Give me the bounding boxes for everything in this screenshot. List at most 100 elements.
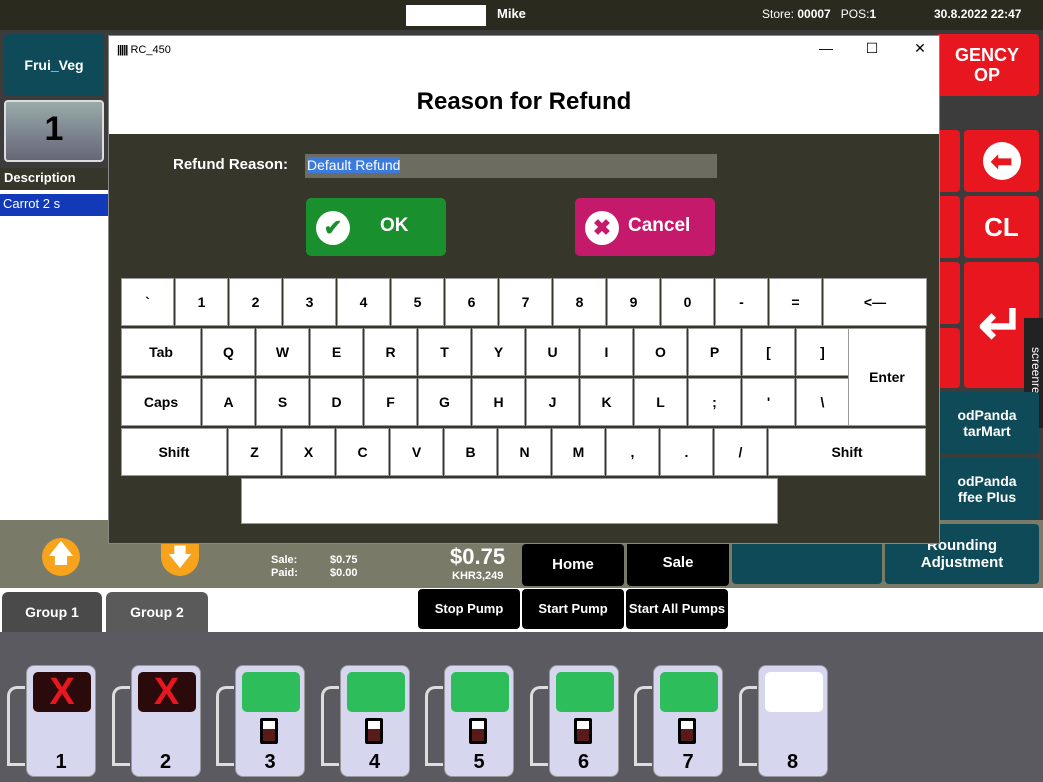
key-row3-12[interactable]: \	[796, 378, 849, 426]
key-row3-9[interactable]: L	[634, 378, 687, 426]
tab-group-1[interactable]: Group 1	[2, 592, 102, 632]
pump-number: 3	[264, 751, 276, 773]
emergency-stop-button[interactable]: GENCY OP	[935, 34, 1039, 96]
key-row4-5[interactable]: B	[444, 428, 497, 476]
key-row2-0[interactable]: Tab	[121, 328, 201, 376]
key-row4-2[interactable]: X	[282, 428, 335, 476]
stop-pump-button[interactable]: Stop Pump	[418, 589, 520, 629]
key-row2-11[interactable]: [	[742, 328, 795, 376]
store-value: 00007	[797, 7, 831, 21]
totals-values: $0.75 $0.00	[330, 554, 358, 580]
pump-4[interactable]: 4	[320, 665, 410, 777]
key-row4-10[interactable]: /	[714, 428, 767, 476]
pump-8[interactable]: 8	[738, 665, 828, 777]
pump-number: 5	[473, 751, 485, 773]
foodpanda-label-1: odPanda	[957, 407, 1017, 423]
enter-arrow-icon: ↵	[978, 293, 1025, 356]
key-row1-6[interactable]: 6	[445, 278, 498, 326]
key-row1-11[interactable]: -	[715, 278, 768, 326]
pump-number: 8	[786, 751, 799, 773]
key-row2-4[interactable]: R	[364, 328, 417, 376]
key-space[interactable]	[241, 478, 778, 524]
key-row4-0[interactable]: Shift	[121, 428, 227, 476]
store-label: Store:	[762, 7, 795, 21]
key-row4-1[interactable]: Z	[228, 428, 281, 476]
key-row4-6[interactable]: N	[498, 428, 551, 476]
key-row3-5[interactable]: G	[418, 378, 471, 426]
key-row2-5[interactable]: T	[418, 328, 471, 376]
scroll-up-button[interactable]: 🡅	[42, 538, 80, 576]
key-row4-7[interactable]: M	[552, 428, 605, 476]
cancel-sale-button[interactable]: Sale	[627, 540, 729, 586]
pump-display	[660, 672, 718, 712]
key-row2-6[interactable]: Y	[472, 328, 525, 376]
key-row3-10[interactable]: ;	[688, 378, 741, 426]
foodpanda-starmart-button[interactable]: odPanda tarMart	[935, 392, 1039, 454]
datetime: 30.8.2022 22:47	[934, 7, 1022, 21]
pump-6[interactable]: 6	[529, 665, 619, 777]
key-row1-4[interactable]: 4	[337, 278, 390, 326]
list-item[interactable]: Carrot 2 s	[0, 194, 108, 216]
emergency-label: GENCY	[954, 45, 1019, 65]
foodpanda-label-2b: ffee Plus	[957, 489, 1017, 505]
error-x-icon: X	[49, 671, 75, 713]
key-row3-8[interactable]: K	[580, 378, 633, 426]
key-row2-12[interactable]: ]	[796, 328, 849, 376]
pump-5[interactable]: 5	[425, 665, 514, 777]
key-row4-3[interactable]: C	[336, 428, 389, 476]
nozzle-icon	[738, 686, 757, 766]
key-row1-7[interactable]: 7	[499, 278, 552, 326]
key-row3-4[interactable]: F	[364, 378, 417, 426]
key-row4-9[interactable]: .	[660, 428, 713, 476]
total-amount: $0.75	[450, 544, 506, 569]
key-enter[interactable]: Enter	[848, 328, 926, 426]
nozzle-icon	[111, 686, 130, 766]
start-all-pumps-button[interactable]: Start All Pumps	[626, 589, 728, 629]
pump-display	[764, 672, 823, 712]
paid-value: $0.00	[330, 567, 358, 579]
key-row1-5[interactable]: 5	[391, 278, 444, 326]
pump-2[interactable]: X2	[111, 665, 201, 777]
pump-3[interactable]: 3	[216, 665, 305, 777]
key-row3-0[interactable]: Caps	[121, 378, 201, 426]
tab-group-2[interactable]: Group 2	[106, 592, 208, 632]
key-row1-12[interactable]: =	[769, 278, 822, 326]
key-row3-3[interactable]: D	[310, 378, 363, 426]
start-pump-label: Start Pump	[538, 601, 608, 616]
home-label: Home	[552, 556, 594, 573]
key-row2-10[interactable]: P	[688, 328, 741, 376]
key-row4-11[interactable]: Shift	[768, 428, 926, 476]
key-row1-9[interactable]: 9	[607, 278, 660, 326]
pump-7[interactable]: 7	[634, 665, 723, 777]
key-row2-7[interactable]: U	[526, 328, 579, 376]
key-row4-8[interactable]: ,	[606, 428, 659, 476]
key-row3-6[interactable]: H	[472, 378, 525, 426]
pump-1[interactable]: X1	[7, 665, 96, 777]
key-row2-2[interactable]: W	[256, 328, 309, 376]
key-row1-3[interactable]: 3	[283, 278, 336, 326]
key-row1-1[interactable]: 1	[175, 278, 228, 326]
key-row1-2[interactable]: 2	[229, 278, 282, 326]
clear-button[interactable]: CL	[964, 196, 1039, 258]
nozzle-icon	[634, 686, 652, 766]
category-button[interactable]: Frui_Veg	[4, 34, 104, 96]
foodpanda-coffee-button[interactable]: odPanda ffee Plus	[935, 458, 1039, 520]
key-row3-1[interactable]: A	[202, 378, 255, 426]
category-label: Frui_Veg	[24, 57, 84, 73]
key-row3-7[interactable]: J	[526, 378, 579, 426]
backspace-button[interactable]: ⬅	[964, 130, 1039, 192]
key-row2-1[interactable]: Q	[202, 328, 255, 376]
key-row1-13[interactable]: <—	[823, 278, 927, 326]
key-row1-0[interactable]: `	[121, 278, 174, 326]
start-pump-button[interactable]: Start Pump	[522, 589, 624, 629]
key-row4-4[interactable]: V	[390, 428, 443, 476]
key-row2-8[interactable]: I	[580, 328, 633, 376]
cashier-name: Mike	[497, 6, 526, 21]
key-row1-8[interactable]: 8	[553, 278, 606, 326]
key-row1-10[interactable]: 0	[661, 278, 714, 326]
key-row3-2[interactable]: S	[256, 378, 309, 426]
key-row2-3[interactable]: E	[310, 328, 363, 376]
home-button[interactable]: Home	[522, 544, 624, 586]
key-row2-9[interactable]: O	[634, 328, 687, 376]
key-row3-11[interactable]: '	[742, 378, 795, 426]
